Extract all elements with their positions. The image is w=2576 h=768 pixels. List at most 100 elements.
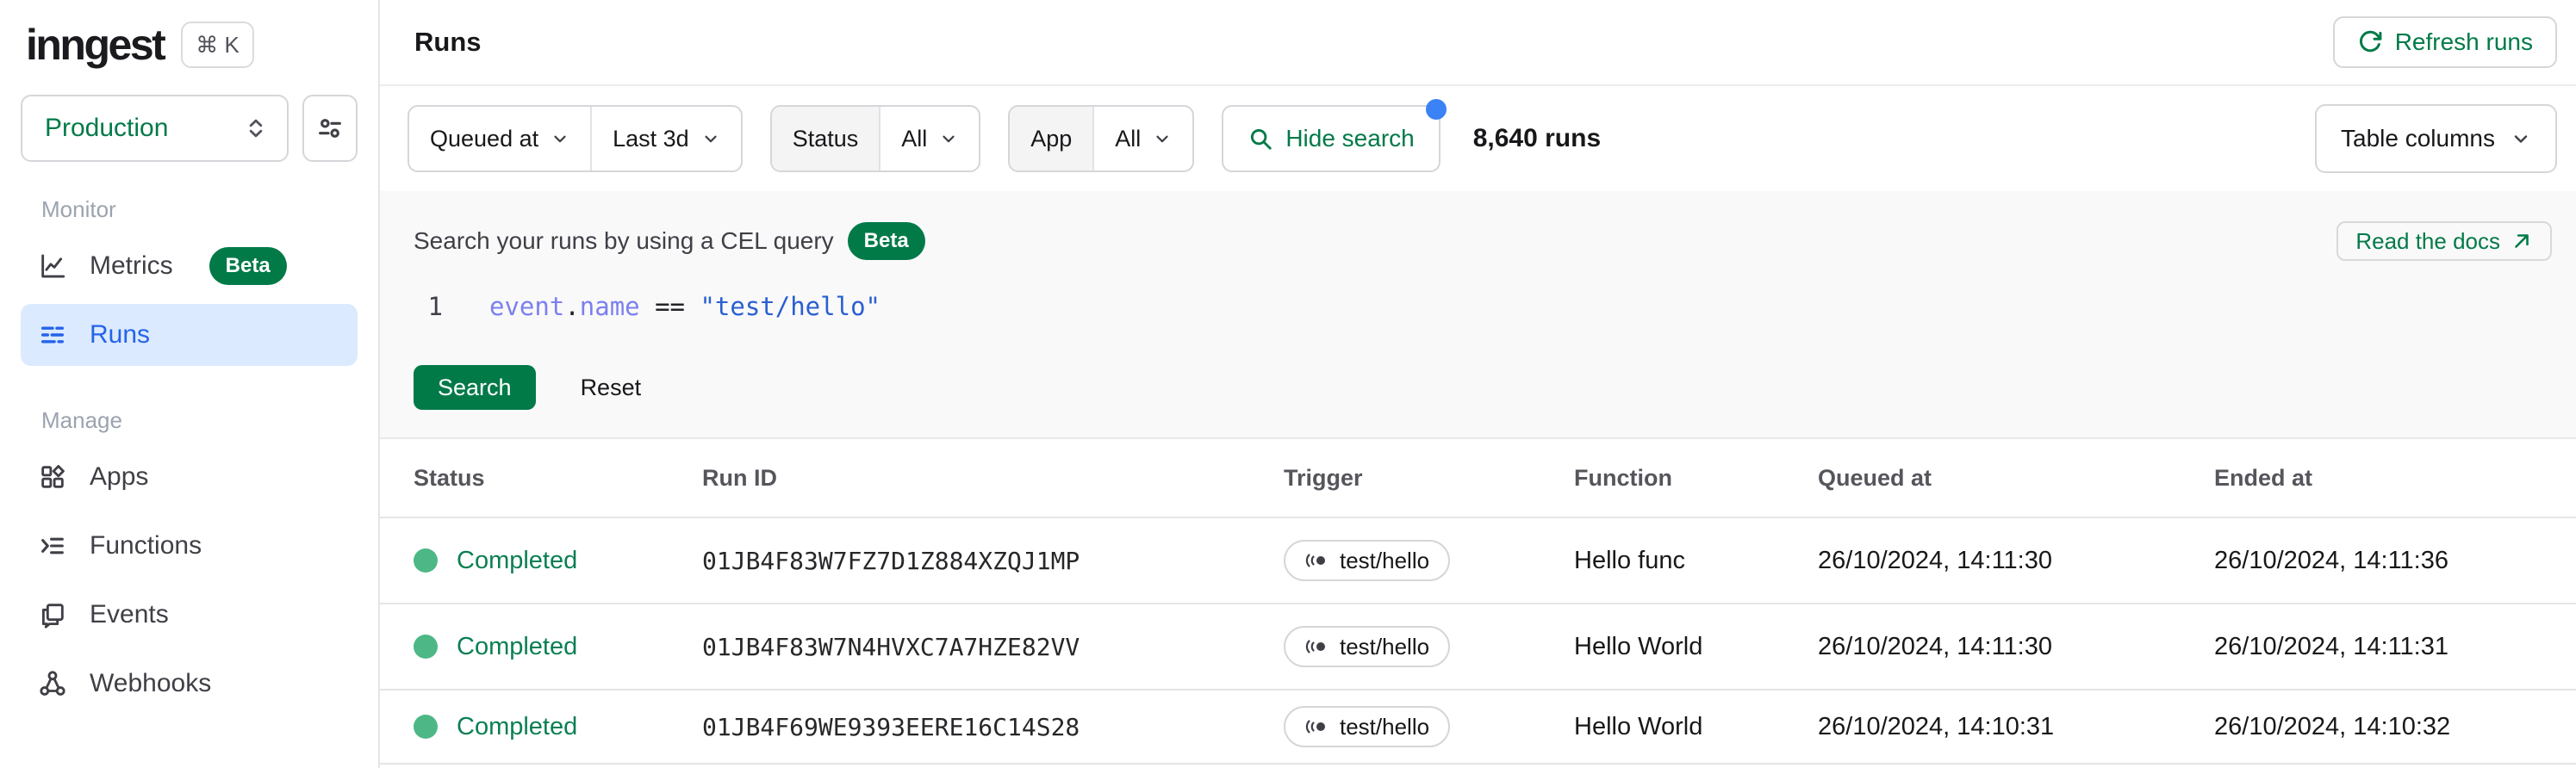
search-panel-title-row: Search your runs by using a CEL query Be… xyxy=(414,222,925,260)
chevron-down-icon xyxy=(554,135,566,143)
token-dot: . xyxy=(564,292,580,321)
command-k-shortcut[interactable]: ⌘ K xyxy=(181,22,254,68)
status-dot-icon xyxy=(414,548,438,573)
status-filter-dropdown[interactable]: All xyxy=(879,107,979,170)
search-notification-dot xyxy=(1425,99,1447,120)
events-icon xyxy=(41,604,64,629)
app-label-text: App xyxy=(1030,125,1073,152)
refresh-runs-button[interactable]: Refresh runs xyxy=(2332,16,2557,68)
inngest-logo: inngest xyxy=(26,21,166,69)
token-property: name xyxy=(579,292,640,321)
cel-beta-badge: Beta xyxy=(847,222,925,260)
table-row[interactable]: Completed 01JB4F69WE9393EERE16C14S28 tes… xyxy=(380,691,2576,765)
trigger-name: test/hello xyxy=(1340,547,1430,573)
chevron-down-icon xyxy=(1156,135,1168,143)
queued-at-value: 26/10/2024, 14:11:30 xyxy=(1818,546,2052,574)
cel-search-panel: Search your runs by using a CEL query Be… xyxy=(380,191,2576,439)
app-filter-dropdown[interactable]: All xyxy=(1092,107,1192,170)
event-trigger-icon xyxy=(1305,720,1325,734)
app-filter-label: App xyxy=(1010,107,1093,170)
sidebar-item-runs[interactable]: Runs xyxy=(21,304,358,366)
search-panel-header: Search your runs by using a CEL query Be… xyxy=(414,220,2552,262)
sidebar-item-label: Events xyxy=(90,600,169,629)
search-panel-title: Search your runs by using a CEL query xyxy=(414,227,834,254)
sidebar: inngest ⌘ K Production Monitor Metrics B… xyxy=(0,0,380,768)
cel-query-editor[interactable]: 1 event.name == "test/hello" xyxy=(414,288,2552,325)
trigger-badge: test/hello xyxy=(1284,540,1451,581)
environment-settings-button[interactable] xyxy=(302,95,358,162)
time-range-value: Last 3d xyxy=(613,125,689,152)
ended-at-value: 26/10/2024, 14:11:36 xyxy=(2214,546,2448,574)
table-columns-label: Table columns xyxy=(2341,125,2495,152)
status-filter-label: Status xyxy=(771,107,880,170)
status-dot-icon xyxy=(414,715,438,739)
app-filter[interactable]: App All xyxy=(1008,105,1195,172)
trigger-name: test/hello xyxy=(1340,713,1430,740)
read-the-docs-button[interactable]: Read the docs xyxy=(2336,221,2552,261)
trigger-cell: test/hello xyxy=(1284,706,1574,747)
run-id: 01JB4F69WE9393EERE16C14S28 xyxy=(702,712,1080,741)
runs-count: 8,640 runs xyxy=(1472,124,1602,152)
apps-grid-icon xyxy=(41,465,65,488)
reset-button[interactable]: Reset xyxy=(581,375,642,401)
status-cell: Completed xyxy=(414,633,702,661)
status-label-text: Status xyxy=(792,125,859,152)
column-header-trigger: Trigger xyxy=(1284,464,1363,491)
page-header: Runs Refresh runs xyxy=(380,0,2576,86)
function-name: Hello func xyxy=(1574,546,1685,574)
editor-line-number: 1 xyxy=(427,292,443,321)
search-button[interactable]: Search xyxy=(414,365,536,410)
chevron-down-icon xyxy=(705,135,717,143)
runs-list-icon xyxy=(40,326,65,344)
metrics-beta-badge: Beta xyxy=(208,247,287,285)
sidebar-item-apps[interactable]: Apps xyxy=(21,446,358,508)
table-row[interactable]: Completed 01JB4F83W7N4HVXC7A7HZE82VV tes… xyxy=(380,604,2576,691)
sidebar-item-label: Metrics xyxy=(90,251,173,280)
app-window: inngest ⌘ K Production Monitor Metrics B… xyxy=(0,0,2576,768)
chevron-down-icon xyxy=(943,135,955,143)
token-string: "test/hello" xyxy=(700,292,880,321)
status-cell: Completed xyxy=(414,547,702,575)
token-object: event xyxy=(489,292,565,321)
column-header-function: Function xyxy=(1574,464,1672,491)
table-row[interactable]: Completed 01JB4F83W7FZ7D1Z884XZQJ1MP tes… xyxy=(380,518,2576,604)
hide-search-button[interactable]: Hide search xyxy=(1222,99,1447,172)
time-field-dropdown[interactable]: Queued at xyxy=(409,107,590,170)
search-icon xyxy=(1251,128,1272,150)
sidebar-item-label: Webhooks xyxy=(90,669,212,697)
time-field-value: Queued at xyxy=(430,125,539,152)
column-header-ended-at: Ended at xyxy=(2214,464,2313,491)
sidebar-item-metrics[interactable]: Metrics Beta xyxy=(21,235,358,297)
status-text: Completed xyxy=(457,712,578,740)
environment-label: Production xyxy=(45,114,169,142)
trigger-cell: test/hello xyxy=(1284,626,1574,667)
run-id: 01JB4F83W7FZ7D1Z884XZQJ1MP xyxy=(702,546,1080,575)
token-operator: == xyxy=(639,292,700,321)
manage-section-label: Manage xyxy=(41,407,122,433)
time-range-dropdown[interactable]: Last 3d xyxy=(590,107,741,170)
read-the-docs-label: Read the docs xyxy=(2355,227,2500,254)
column-header-run-id: Run ID xyxy=(702,464,777,491)
status-filter-value: All xyxy=(901,125,928,152)
table-columns-button[interactable]: Table columns xyxy=(2315,104,2557,173)
webhooks-icon xyxy=(40,671,65,696)
sidebar-item-label: Runs xyxy=(90,320,151,349)
sidebar-item-functions[interactable]: Functions xyxy=(21,515,358,577)
ended-at-value: 26/10/2024, 14:10:32 xyxy=(2214,712,2451,740)
monitor-nav: Metrics Beta Runs xyxy=(0,235,378,366)
sidebar-item-events[interactable]: Events xyxy=(21,584,358,646)
trigger-badge: test/hello xyxy=(1284,626,1451,667)
function-name: Hello World xyxy=(1574,632,1703,660)
time-filter[interactable]: Queued at Last 3d xyxy=(408,105,743,172)
manage-nav: Apps Functions Events Webhooks xyxy=(0,446,378,715)
function-name: Hello World xyxy=(1574,712,1703,740)
ended-at-value: 26/10/2024, 14:11:31 xyxy=(2214,632,2448,660)
status-cell: Completed xyxy=(414,713,702,741)
status-text: Completed xyxy=(457,546,578,574)
status-filter[interactable]: Status All xyxy=(769,105,981,172)
environment-selector[interactable]: Production xyxy=(21,95,289,162)
sidebar-item-label: Functions xyxy=(90,531,202,560)
cel-query-line[interactable]: event.name == "test/hello" xyxy=(489,292,880,321)
queued-at-value: 26/10/2024, 14:11:30 xyxy=(1818,632,2052,660)
sidebar-item-webhooks[interactable]: Webhooks xyxy=(21,653,358,715)
